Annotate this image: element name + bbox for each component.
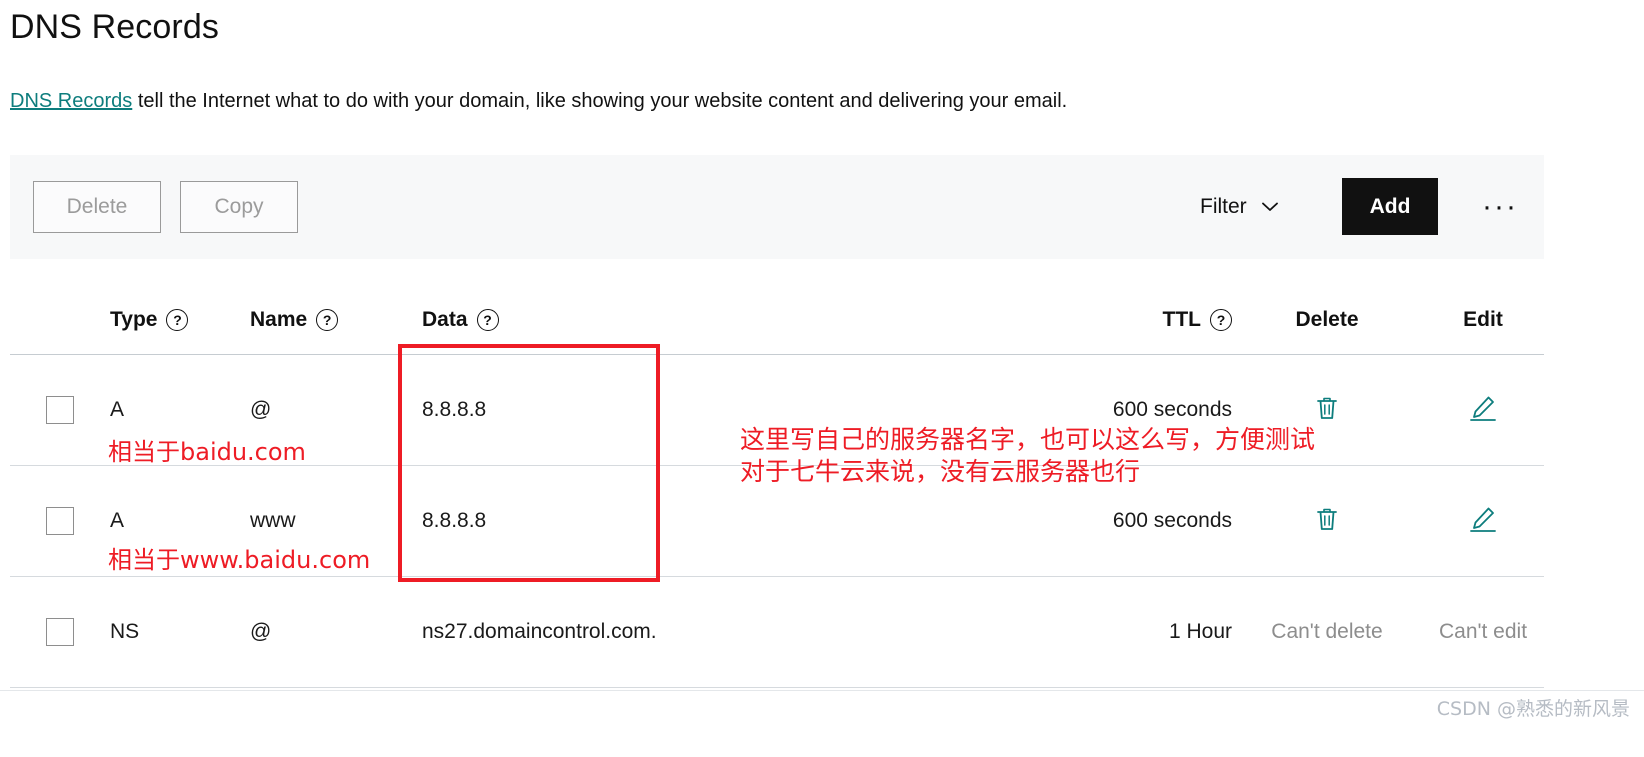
- table-header-row: Type ? Name ? Data ? TTL ? Delete Edit: [10, 285, 1544, 355]
- row-data: ns27.domaincontrol.com.: [422, 620, 657, 643]
- row-select-cell: [10, 396, 110, 424]
- row-delete-cell: [1232, 506, 1422, 537]
- dns-records-table: Type ? Name ? Data ? TTL ? Delete Edit A…: [10, 285, 1544, 688]
- row-ttl: 600 seconds: [1112, 509, 1232, 532]
- table-toolbar: Delete Copy Filter Add ···: [10, 155, 1544, 259]
- filter-dropdown[interactable]: Filter: [1200, 181, 1279, 233]
- header-name-cell: Name ?: [250, 308, 422, 332]
- row-edit-cell: [1422, 394, 1544, 427]
- row-delete-disabled: Can't delete: [1271, 620, 1383, 643]
- chevron-down-icon: [1261, 198, 1279, 216]
- header-ttl-cell: TTL ?: [1042, 308, 1232, 332]
- header-edit-label: Edit: [1463, 307, 1503, 331]
- row-delete-cell: [1232, 395, 1422, 426]
- trash-icon[interactable]: [1315, 395, 1339, 421]
- watermark-divider: [0, 690, 1644, 691]
- table-row: NS @ ns27.domaincontrol.com. 1 Hour Can'…: [10, 577, 1544, 688]
- trash-icon[interactable]: [1315, 506, 1339, 532]
- page-title: DNS Records: [10, 8, 219, 46]
- filter-label: Filter: [1200, 195, 1247, 218]
- row-name: www: [250, 509, 296, 532]
- header-name-label: Name: [250, 307, 308, 331]
- more-options-icon[interactable]: ···: [1478, 185, 1522, 229]
- row-name: @: [250, 620, 272, 643]
- pencil-edit-icon[interactable]: [1469, 394, 1497, 422]
- copy-button[interactable]: Copy: [180, 181, 298, 233]
- table-row: A @ 8.8.8.8 600 seconds: [10, 355, 1544, 466]
- type-help-icon[interactable]: ?: [166, 308, 189, 331]
- delete-button[interactable]: Delete: [33, 181, 161, 233]
- row-select-cell: [10, 507, 110, 535]
- row-type: A: [110, 398, 125, 421]
- add-button[interactable]: Add: [1342, 178, 1438, 235]
- data-help-icon[interactable]: ?: [476, 308, 499, 331]
- name-help-icon[interactable]: ?: [316, 308, 339, 331]
- row-ttl: 600 seconds: [1112, 398, 1232, 421]
- dns-records-link[interactable]: DNS Records: [10, 90, 132, 112]
- header-delete-label: Delete: [1295, 307, 1359, 331]
- page-description: DNS Records tell the Internet what to do…: [10, 90, 1067, 113]
- table-row: A www 8.8.8.8 600 seconds: [10, 466, 1544, 577]
- row-checkbox[interactable]: [46, 507, 74, 535]
- header-type-label: Type: [110, 307, 158, 331]
- header-ttl-label: TTL: [1162, 307, 1201, 331]
- row-data: 8.8.8.8: [422, 398, 487, 421]
- row-checkbox[interactable]: [46, 618, 74, 646]
- page-description-text: tell the Internet what to do with your d…: [132, 90, 1068, 112]
- row-type: NS: [110, 620, 140, 643]
- row-edit-cell: [1422, 505, 1544, 538]
- row-checkbox[interactable]: [46, 396, 74, 424]
- dns-records-page: DNS Records DNS Records tell the Interne…: [0, 0, 1644, 757]
- row-ttl: 1 Hour: [1168, 620, 1232, 643]
- header-delete-cell: Delete: [1232, 308, 1422, 332]
- row-name: @: [250, 398, 272, 421]
- row-data: 8.8.8.8: [422, 509, 487, 532]
- pencil-edit-icon[interactable]: [1469, 505, 1497, 533]
- header-edit-cell: Edit: [1422, 308, 1544, 332]
- row-type: A: [110, 509, 125, 532]
- row-select-cell: [10, 618, 110, 646]
- header-type-cell: Type ?: [110, 308, 250, 332]
- header-data-cell: Data ?: [422, 308, 1042, 332]
- header-data-label: Data: [422, 307, 468, 331]
- ttl-help-icon[interactable]: ?: [1210, 308, 1232, 331]
- row-edit-disabled: Can't edit: [1438, 620, 1528, 643]
- csdn-watermark: CSDN @熟悉的新风景: [1436, 698, 1630, 720]
